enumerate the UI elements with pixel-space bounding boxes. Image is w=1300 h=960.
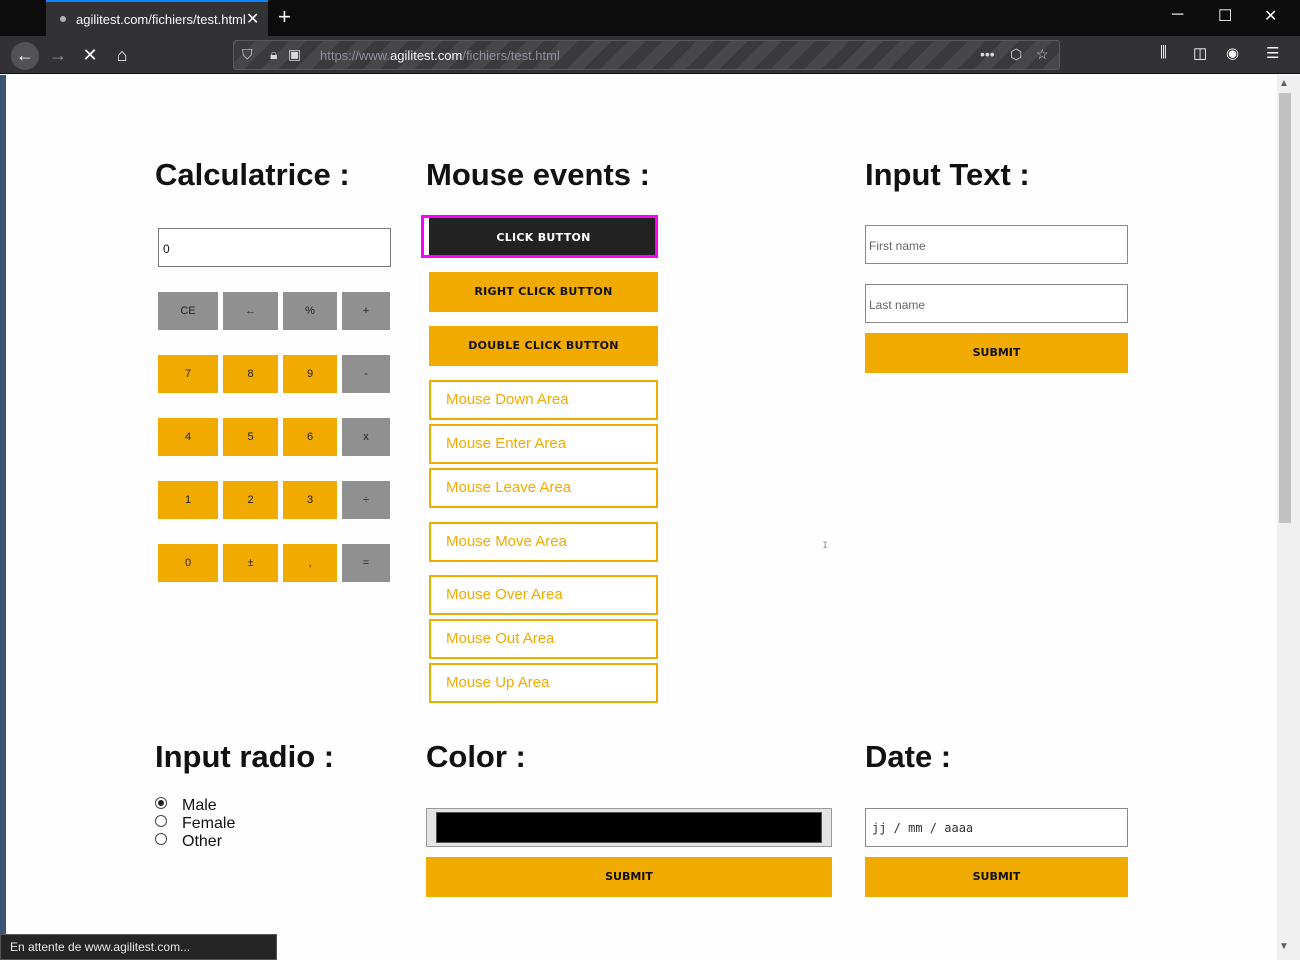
sidebar-icon[interactable]: ◫ xyxy=(1193,44,1207,62)
pocket-icon[interactable]: ⬡ xyxy=(1010,46,1022,63)
radio-button[interactable] xyxy=(155,815,167,827)
last-name-field[interactable]: Last name xyxy=(865,284,1128,323)
mouse-down-area[interactable]: Mouse Down Area xyxy=(429,380,658,420)
minimize-icon[interactable]: ─ xyxy=(1172,6,1183,24)
tab-title: agilitest.com/fichiers/test.html xyxy=(76,12,246,27)
mouse-out-area[interactable]: Mouse Out Area xyxy=(429,619,658,659)
calc-key[interactable]: 0 xyxy=(158,544,218,582)
calc-key[interactable]: - xyxy=(342,355,390,393)
calc-title: Calculatrice : xyxy=(155,157,350,192)
calc-key[interactable]: CE xyxy=(158,292,218,330)
radio-button[interactable] xyxy=(155,833,167,845)
calc-key[interactable]: 8 xyxy=(223,355,278,393)
calc-key[interactable]: , xyxy=(283,544,337,582)
color-title: Color : xyxy=(426,739,526,774)
radio-button[interactable] xyxy=(155,797,167,809)
calc-key[interactable]: + xyxy=(342,292,390,330)
window-close-icon[interactable]: ✕ xyxy=(1264,6,1277,26)
calc-key[interactable]: 3 xyxy=(283,481,337,519)
page-content: Calculatrice : 0 CE ←% +7 8 9-4 5 6 x 1 2 3 ÷ 0 ±, = M… xyxy=(6,75,1277,960)
mouse-over-area[interactable]: Mouse Over Area xyxy=(429,575,658,615)
color-picker[interactable] xyxy=(426,808,832,847)
calc-key[interactable]: 6 xyxy=(283,418,337,456)
calc-key[interactable]: % xyxy=(283,292,337,330)
date-title: Date : xyxy=(865,739,952,774)
lock-icon[interactable]: 🔒︎ xyxy=(270,46,277,63)
calc-display[interactable]: 0 xyxy=(158,228,391,267)
input-text-submit-button[interactable]: SUBMIT xyxy=(865,333,1128,373)
calc-key[interactable]: 9 xyxy=(283,355,337,393)
calc-key[interactable]: = xyxy=(342,544,390,582)
url-text: https://www.agilitest.com/fichiers/test.… xyxy=(320,48,560,63)
calc-key[interactable]: 5 xyxy=(223,418,278,456)
calc-key[interactable]: 1 xyxy=(158,481,218,519)
radio-option-female[interactable]: Female xyxy=(155,815,235,833)
scroll-up-icon[interactable]: ▲ xyxy=(1279,78,1289,89)
page-actions-icon[interactable]: ••• xyxy=(980,46,995,62)
tab-active[interactable]: agilitest.com/fichiers/test.html ✕ xyxy=(46,0,268,36)
calc-key[interactable]: 7 xyxy=(158,355,218,393)
url-bar[interactable]: ⛉ 🔒︎ ▣ https://www.agilitest.com/fichier… xyxy=(233,40,1060,70)
shield-icon[interactable]: ⛉ xyxy=(242,46,253,63)
date-submit-button[interactable]: SUBMIT xyxy=(865,857,1128,897)
library-icon[interactable]: ⫼ xyxy=(1160,44,1167,61)
tab-close-icon[interactable]: ✕ xyxy=(246,9,259,29)
date-field[interactable]: jj / mm / aaaa xyxy=(865,808,1128,847)
forward-arrow-icon[interactable]: → xyxy=(44,42,72,70)
input-text-title: Input Text : xyxy=(865,157,1030,192)
home-icon[interactable]: ⌂ xyxy=(108,42,136,70)
calc-key[interactable]: ÷ xyxy=(342,481,390,519)
scrollbar-thumb[interactable] xyxy=(1279,93,1291,523)
status-bar: En attente de www.agilitest.com... xyxy=(0,934,277,960)
mouse-up-area[interactable]: Mouse Up Area xyxy=(429,663,658,703)
mouse-leave-area[interactable]: Mouse Leave Area xyxy=(429,468,658,508)
mouse-title: Mouse events : xyxy=(426,157,650,192)
calc-key[interactable]: ← xyxy=(223,292,278,330)
tab-bar: agilitest.com/fichiers/test.html ✕ + ─ ☐… xyxy=(0,0,1300,36)
browser-window: agilitest.com/fichiers/test.html ✕ + ─ ☐… xyxy=(0,0,1300,960)
right-click-button[interactable]: RIGHT CLICK BUTTON xyxy=(429,272,658,312)
vertical-scrollbar[interactable]: ▲ ▼ xyxy=(1277,75,1300,960)
calc-key[interactable]: 4 xyxy=(158,418,218,456)
text-cursor-icon: ɪ xyxy=(823,537,828,551)
back-arrow-icon[interactable]: ← xyxy=(11,42,39,70)
color-swatch xyxy=(436,812,822,843)
calc-key[interactable]: ± xyxy=(223,544,278,582)
stop-loading-icon[interactable]: ✕ xyxy=(76,42,104,70)
mouse-move-area[interactable]: Mouse Move Area xyxy=(429,522,658,562)
permissions-icon[interactable]: ▣ xyxy=(288,46,301,63)
double-click-button[interactable]: DOUBLE CLICK BUTTON xyxy=(429,326,658,366)
radio-title: Input radio : xyxy=(155,739,335,774)
bookmark-star-icon[interactable]: ☆ xyxy=(1036,46,1049,63)
menu-icon[interactable]: ☰ xyxy=(1266,44,1279,62)
focus-highlight xyxy=(421,215,658,258)
mouse-enter-area[interactable]: Mouse Enter Area xyxy=(429,424,658,464)
loading-dot-icon xyxy=(60,16,66,22)
calc-key[interactable]: 2 xyxy=(223,481,278,519)
scroll-down-icon[interactable]: ▼ xyxy=(1279,941,1289,952)
first-name-field[interactable]: First name xyxy=(865,225,1128,264)
account-icon[interactable]: ◉ xyxy=(1226,44,1239,62)
nav-toolbar: ← → ✕ ⌂ ⛉ 🔒︎ ▣ https://www.agilitest.com… xyxy=(0,36,1300,74)
maximize-icon[interactable]: ☐ xyxy=(1218,6,1232,26)
color-submit-button[interactable]: SUBMIT xyxy=(426,857,832,897)
calc-key[interactable]: x xyxy=(342,418,390,456)
radio-option-other[interactable]: Other xyxy=(155,833,222,851)
radio-option-male[interactable]: Male xyxy=(155,797,217,815)
new-tab-icon[interactable]: + xyxy=(278,4,291,30)
